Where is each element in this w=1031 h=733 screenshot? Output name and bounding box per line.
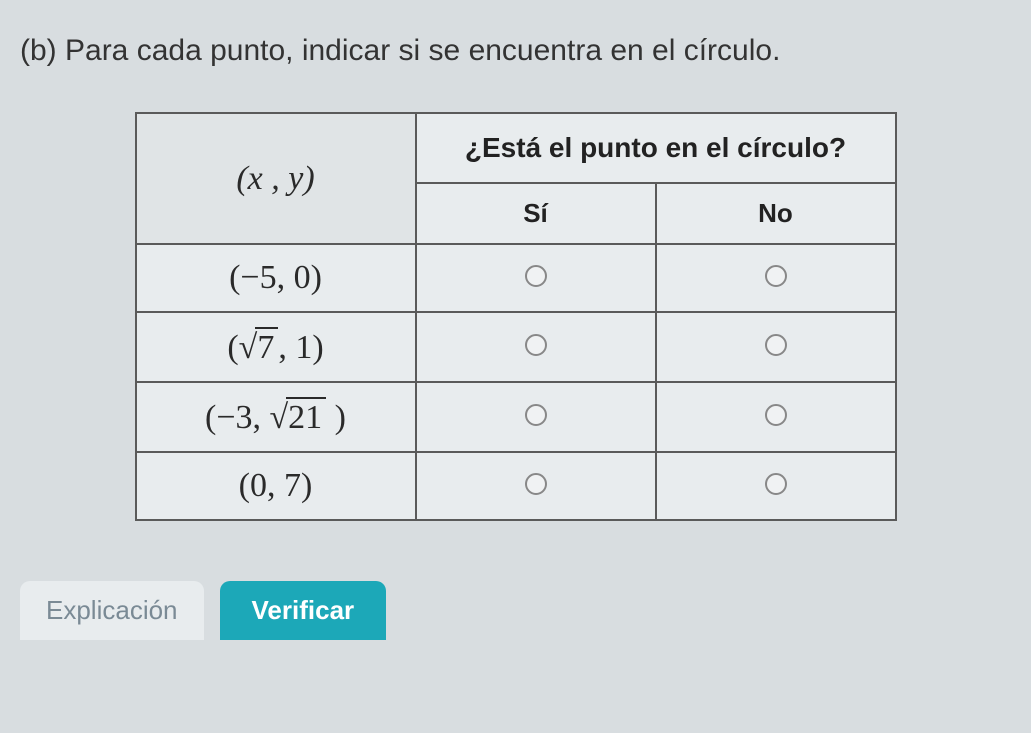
radio-no-cell	[656, 312, 896, 382]
header-xy: (x , y)	[136, 113, 416, 244]
point-cell: (7, 1)	[136, 312, 416, 382]
table-row: (7, 1)	[136, 312, 896, 382]
button-row: Explicación Verificar	[20, 581, 1011, 640]
radio-yes-cell	[416, 382, 656, 452]
radio-no[interactable]	[765, 265, 787, 287]
radio-yes[interactable]	[525, 334, 547, 356]
point-cell: (−5, 0)	[136, 244, 416, 312]
point-cell: (−3, 21 )	[136, 382, 416, 452]
verify-button[interactable]: Verificar	[220, 581, 387, 640]
points-table: (x , y) ¿Está el punto en el círculo? Sí…	[135, 112, 897, 521]
radio-yes[interactable]	[525, 404, 547, 426]
table-row: (0, 7)	[136, 452, 896, 520]
radio-yes[interactable]	[525, 265, 547, 287]
table-row: (−5, 0)	[136, 244, 896, 312]
point-cell: (0, 7)	[136, 452, 416, 520]
radio-no[interactable]	[765, 473, 787, 495]
table-row: (−3, 21 )	[136, 382, 896, 452]
table-container: (x , y) ¿Está el punto en el círculo? Sí…	[20, 112, 1011, 521]
radio-no[interactable]	[765, 334, 787, 356]
radio-yes-cell	[416, 312, 656, 382]
radio-no[interactable]	[765, 404, 787, 426]
question-prompt: (b) Para cada punto, indicar si se encue…	[20, 30, 1011, 72]
radio-yes[interactable]	[525, 473, 547, 495]
radio-yes-cell	[416, 244, 656, 312]
header-yes: Sí	[416, 183, 656, 244]
radio-no-cell	[656, 244, 896, 312]
header-no: No	[656, 183, 896, 244]
radio-no-cell	[656, 452, 896, 520]
explain-button[interactable]: Explicación	[20, 581, 204, 640]
radio-yes-cell	[416, 452, 656, 520]
header-question: ¿Está el punto en el círculo?	[416, 113, 896, 183]
radio-no-cell	[656, 382, 896, 452]
